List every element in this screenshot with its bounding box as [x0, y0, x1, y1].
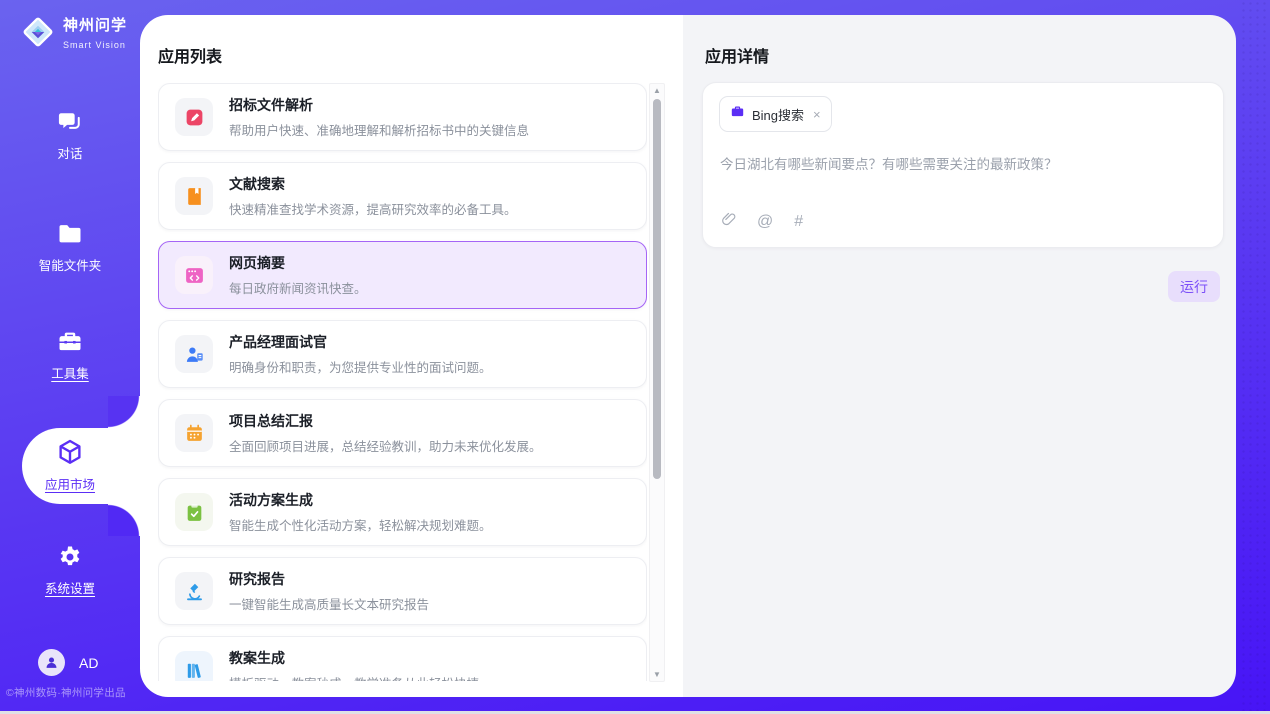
app-card-title: 教案生成 [229, 648, 479, 668]
run-button[interactable]: 运行 [1168, 271, 1220, 302]
brand-tagline: Smart Vision [63, 40, 126, 50]
gem-logo-icon [20, 13, 56, 56]
scrollbar-up-arrow[interactable]: ▲ [650, 84, 664, 97]
app-card-desc: 帮助用户快速、准确地理解和解析招标书中的关键信息 [229, 120, 529, 139]
sidebar-item-chat[interactable]: 对话 [0, 108, 140, 162]
close-icon[interactable]: × [813, 107, 821, 122]
app-card-desc: 模板驱动，教案秒成，教学准备从此轻松快捷 [229, 673, 479, 681]
app-list-panel: 应用列表 招标文件解析 帮助用户快速、准确地理解和解析招标书中的关键信息 [140, 15, 683, 697]
cube-icon [0, 437, 140, 467]
briefcase-icon [730, 104, 745, 124]
paperclip-icon[interactable] [720, 210, 736, 233]
copyright-text: ©神州数码·神州问学出品 [6, 685, 140, 700]
app-card-desc: 一键智能生成高质量长文本研究报告 [229, 594, 429, 613]
app-card-title: 研究报告 [229, 569, 429, 589]
app-list-scrollbar[interactable]: ▲ ▼ [649, 83, 665, 682]
app-card-title: 项目总结汇报 [229, 411, 542, 431]
interviewer-icon [175, 335, 213, 373]
gear-icon [0, 543, 140, 571]
scrollbar-down-arrow[interactable]: ▼ [650, 668, 664, 681]
sidebar-item-label: 对话 [0, 143, 140, 162]
app-card-list: 招标文件解析 帮助用户快速、准确地理解和解析招标书中的关键信息 文献搜索 快速精… [158, 83, 647, 681]
tool-tag-label: Bing搜索 [752, 105, 804, 124]
app-card-desc: 全面回顾项目进展，总结经验教训，助力未来优化发展。 [229, 436, 542, 455]
sidebar-item-label: 智能文件夹 [0, 255, 140, 274]
prompt-input-card: Bing搜索 × 今日湖北有哪些新闻要点？有哪些需要关注的最新政策？ @ # [702, 82, 1224, 248]
frame-dots-texture [1240, 0, 1270, 711]
app-card-project-summary[interactable]: 项目总结汇报 全面回顾项目进展，总结经验教训，助力未来优化发展。 [158, 399, 647, 467]
book-icon [175, 177, 213, 215]
app-card-web-summary[interactable]: 网页摘要 每日政府新闻资讯快查。 [158, 241, 647, 309]
app-card-title: 产品经理面试官 [229, 332, 492, 352]
app-card-desc: 明确身份和职责，为您提供专业性的面试问题。 [229, 357, 492, 376]
app-card-bid-analysis[interactable]: 招标文件解析 帮助用户快速、准确地理解和解析招标书中的关键信息 [158, 83, 647, 151]
sidebar-item-settings[interactable]: 系统设置 [0, 543, 140, 597]
tool-tag-bing-search[interactable]: Bing搜索 × [719, 96, 832, 132]
sidebar-notch-top [108, 396, 140, 428]
browser-code-icon [175, 256, 213, 294]
scrollbar-thumb[interactable] [653, 99, 661, 479]
sidebar-item-label: 系统设置 [0, 578, 140, 597]
sidebar: 神州问学 Smart Vision 对话 智能文件夹 [0, 0, 140, 714]
app-detail-title: 应用详情 [705, 43, 769, 67]
edit-doc-icon [175, 98, 213, 136]
app-card-title: 招标文件解析 [229, 95, 529, 115]
sidebar-item-label: 工具集 [0, 363, 140, 382]
sidebar-item-app-market[interactable]: 应用市场 [0, 437, 140, 493]
sidebar-item-toolset[interactable]: 工具集 [0, 328, 140, 382]
app-card-title: 活动方案生成 [229, 490, 492, 510]
microscope-icon [175, 572, 213, 610]
user-account[interactable]: AD [38, 649, 98, 676]
app-card-title: 文献搜索 [229, 174, 517, 194]
app-card-desc: 智能生成个性化活动方案，轻松解决规划难题。 [229, 515, 492, 534]
brand-name: 神州问学 [63, 17, 127, 34]
brand-logo: 神州问学 Smart Vision [20, 13, 127, 56]
query-input[interactable]: 今日湖北有哪些新闻要点？有哪些需要关注的最新政策？ [720, 153, 1207, 173]
avatar [38, 649, 65, 676]
app-card-title: 网页摘要 [229, 253, 367, 273]
chat-icon [0, 108, 140, 136]
folder-icon [0, 220, 140, 248]
input-toolbar: @ # [720, 210, 803, 233]
sidebar-notch-bottom [108, 504, 140, 536]
clipboard-check-icon [175, 493, 213, 531]
sidebar-item-label: 应用市场 [0, 474, 140, 493]
calendar-icon [175, 414, 213, 452]
app-card-research-report[interactable]: 研究报告 一键智能生成高质量长文本研究报告 [158, 557, 647, 625]
app-detail-panel: 应用详情 Bing搜索 × 今日湖北有哪些新闻要点？有哪些需要关注的最新政策？ … [683, 15, 1236, 697]
toolbox-icon [0, 328, 140, 356]
app-card-lesson-plan[interactable]: 教案生成 模板驱动，教案秒成，教学准备从此轻松快捷 [158, 636, 647, 681]
books-icon [175, 651, 213, 681]
topic-icon[interactable]: # [794, 214, 803, 230]
app-card-pm-interviewer[interactable]: 产品经理面试官 明确身份和职责，为您提供专业性的面试问题。 [158, 320, 647, 388]
app-card-desc: 每日政府新闻资讯快查。 [229, 278, 367, 297]
mention-icon[interactable]: @ [757, 214, 773, 230]
user-initials: AD [79, 655, 98, 671]
app-list-title: 应用列表 [158, 43, 222, 67]
sidebar-item-smart-folder[interactable]: 智能文件夹 [0, 220, 140, 274]
app-card-desc: 快速精准查找学术资源，提高研究效率的必备工具。 [229, 199, 517, 218]
app-card-literature-search[interactable]: 文献搜索 快速精准查找学术资源，提高研究效率的必备工具。 [158, 162, 647, 230]
app-card-event-plan[interactable]: 活动方案生成 智能生成个性化活动方案，轻松解决规划难题。 [158, 478, 647, 546]
